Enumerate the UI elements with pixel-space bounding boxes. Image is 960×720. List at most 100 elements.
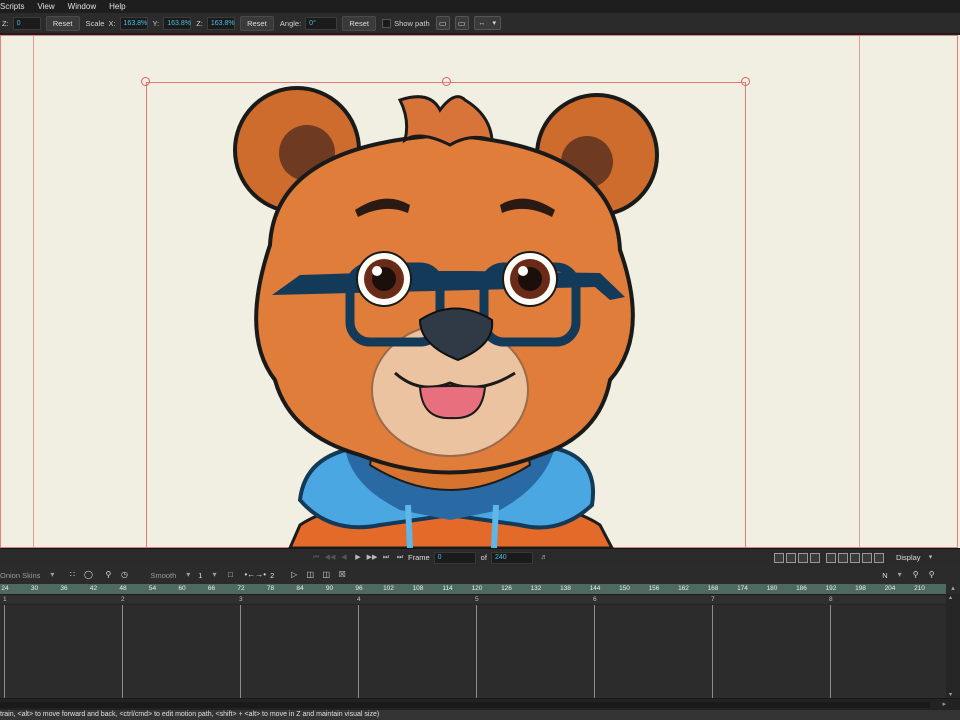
zoom-icon[interactable]: ⚲ <box>926 569 938 581</box>
selection-handle-top-center[interactable] <box>442 77 451 86</box>
interpolation-chevron-icon[interactable]: ▾ <box>182 569 194 581</box>
layer-view-icon[interactable] <box>837 552 848 563</box>
horizontal-scroll-thumb[interactable] <box>0 702 930 708</box>
onion-skins-chevron-icon[interactable]: ▾ <box>46 569 58 581</box>
ruler-tick-label: 132 <box>530 585 542 592</box>
n-dropdown[interactable]: N <box>882 571 887 580</box>
ruler-tick-label: 156 <box>648 585 660 592</box>
scroll-down-icon[interactable]: ▾ <box>949 691 952 698</box>
key-count: 2 <box>270 570 275 580</box>
track-marker-label: 1 <box>3 596 7 603</box>
selection-handle-top-left[interactable] <box>141 77 150 86</box>
menu-help[interactable]: Help <box>109 0 125 13</box>
reset-angle-button[interactable]: Reset <box>342 15 377 31</box>
cycle-icon[interactable]: □ <box>224 569 236 581</box>
key-nav-icon[interactable]: •←→• <box>244 569 266 581</box>
scale-label: Scale <box>85 18 105 28</box>
track-marker-label: 2 <box>121 596 125 603</box>
z-label: Z: <box>2 18 9 28</box>
z-position-field[interactable]: 0 <box>12 16 41 30</box>
stereo-view-icon[interactable] <box>861 552 872 563</box>
step-back-icon[interactable]: ◀◀ <box>324 552 336 564</box>
link-dropdown-icon[interactable]: ↔ ▾ <box>473 16 501 30</box>
angle-field[interactable]: 0° <box>305 16 338 30</box>
playback-bar: ⏮ ◀◀ ◀ ▶ ▶▶ ⏭ ⏭ Frame 0 of 240 ♬ Display… <box>0 548 960 566</box>
display-dropdown-icon[interactable]: ▾ <box>925 552 937 564</box>
scale-y-field[interactable]: 163.8% <box>163 16 192 30</box>
track-marker-line <box>830 605 831 699</box>
play-icon[interactable]: ▶ <box>352 552 364 564</box>
menu-bar: Scripts View Window Help <box>0 0 960 13</box>
ruler-tick-label: 42 <box>89 585 98 592</box>
track-header-row <box>0 595 946 605</box>
camera-view-icon[interactable] <box>825 552 836 563</box>
ruler-tick-label: 84 <box>296 585 304 592</box>
link-icon: ↔ <box>478 19 486 27</box>
interpolation-count-chevron-icon[interactable]: ▾ <box>208 569 220 581</box>
reset-position-button[interactable]: Reset <box>45 15 80 31</box>
ruler-tick-label: 78 <box>266 585 275 592</box>
copy-key-icon[interactable]: ◫ <box>304 569 316 581</box>
angle-label: Angle: <box>279 18 302 28</box>
horizontal-scrollbar[interactable]: ▸ <box>0 698 960 710</box>
n-chevron-icon[interactable]: ▾ <box>894 569 906 581</box>
view-single-icon[interactable] <box>773 552 784 563</box>
page-left-icon[interactable]: ▭ <box>435 16 450 30</box>
interpolation-dropdown[interactable]: Smooth <box>150 571 176 580</box>
ruler-tick-label: 180 <box>766 585 778 592</box>
scale-x-field[interactable]: 163.8% <box>119 16 148 30</box>
show-path-checkbox[interactable] <box>382 18 392 28</box>
timeline-ruler[interactable]: 24 30 36 42 48 54 60 66 72 78 84 90 96 102 108 114 120 12… <box>0 584 946 594</box>
delete-key-icon[interactable]: ☒ <box>336 569 348 581</box>
ruler-tick-label: 126 <box>501 585 512 592</box>
canvas[interactable] <box>0 35 960 548</box>
timeline-tracks[interactable]: 1 2 3 4 5 6 7 8 <box>0 594 946 699</box>
bones-icon[interactable]: ◯ <box>82 569 94 581</box>
ruler-tick-label: 90 <box>325 585 334 592</box>
track-marker-line <box>712 605 713 699</box>
vertical-scrollbar[interactable]: ▴ ▾ <box>946 594 960 698</box>
scroll-up-icon[interactable]: ▴ <box>949 594 952 601</box>
frame-field[interactable]: 0 <box>433 551 476 564</box>
key-icon[interactable]: ⚲ <box>102 569 114 581</box>
paste-key-icon[interactable]: ◫ <box>320 569 332 581</box>
pen-view-icon[interactable] <box>873 552 884 563</box>
ruler-tick-label: 210 <box>914 585 925 592</box>
ruler-tick-label: 138 <box>560 585 571 592</box>
menu-view[interactable]: View <box>37 0 54 13</box>
selection-handle-top-right[interactable] <box>741 77 750 86</box>
ruler-tick-label: 96 <box>355 585 363 592</box>
skip-start-icon[interactable]: ⏮ <box>310 552 322 564</box>
clock-icon[interactable]: ◷ <box>118 569 130 581</box>
skip-end-icon[interactable]: ⏭ <box>394 552 406 564</box>
scale-z-field[interactable]: 163.8% <box>206 16 235 30</box>
scroll-right-icon[interactable]: ▸ <box>942 700 946 708</box>
ruler-tick-label: 36 <box>60 585 68 592</box>
interpolation-count[interactable]: 1 <box>198 571 202 580</box>
display-dropdown[interactable]: Display <box>896 553 921 562</box>
menu-scripts[interactable]: Scripts <box>0 0 24 13</box>
frame-marker-icon[interactable]: ▷ <box>288 569 300 581</box>
audio-icon[interactable]: ♬ <box>538 552 550 564</box>
ruler-tick-label: 66 <box>207 585 216 592</box>
keyframe-grid-icon[interactable]: ∷ <box>66 569 78 581</box>
ruler-tick-label: 162 <box>678 585 689 592</box>
ruler-tick-label: 168 <box>707 585 719 592</box>
fx-view-icon[interactable] <box>849 552 860 563</box>
zoom-out-icon[interactable]: ⚲ <box>910 569 922 581</box>
onion-skins-dropdown[interactable]: Onion Skins <box>0 571 40 580</box>
skip-next-icon[interactable]: ⏭ <box>380 552 392 564</box>
page-right-icon[interactable]: ▭ <box>454 16 469 30</box>
total-frames-field[interactable]: 240 <box>490 551 533 564</box>
menu-window[interactable]: Window <box>68 0 96 13</box>
play-reverse-icon[interactable]: ◀ <box>338 552 350 564</box>
view-quad-icon[interactable] <box>797 552 808 563</box>
track-marker-line <box>358 605 359 699</box>
view-grid-icon[interactable] <box>809 552 820 563</box>
track-marker-line <box>4 605 5 699</box>
step-forward-icon[interactable]: ▶▶ <box>366 552 378 564</box>
view-split-icon[interactable] <box>785 552 796 563</box>
ruler-tick-label: 204 <box>884 585 896 592</box>
ruler-scroll-icon[interactable]: ▴ <box>946 584 960 594</box>
reset-scale-button[interactable]: Reset <box>239 15 274 31</box>
